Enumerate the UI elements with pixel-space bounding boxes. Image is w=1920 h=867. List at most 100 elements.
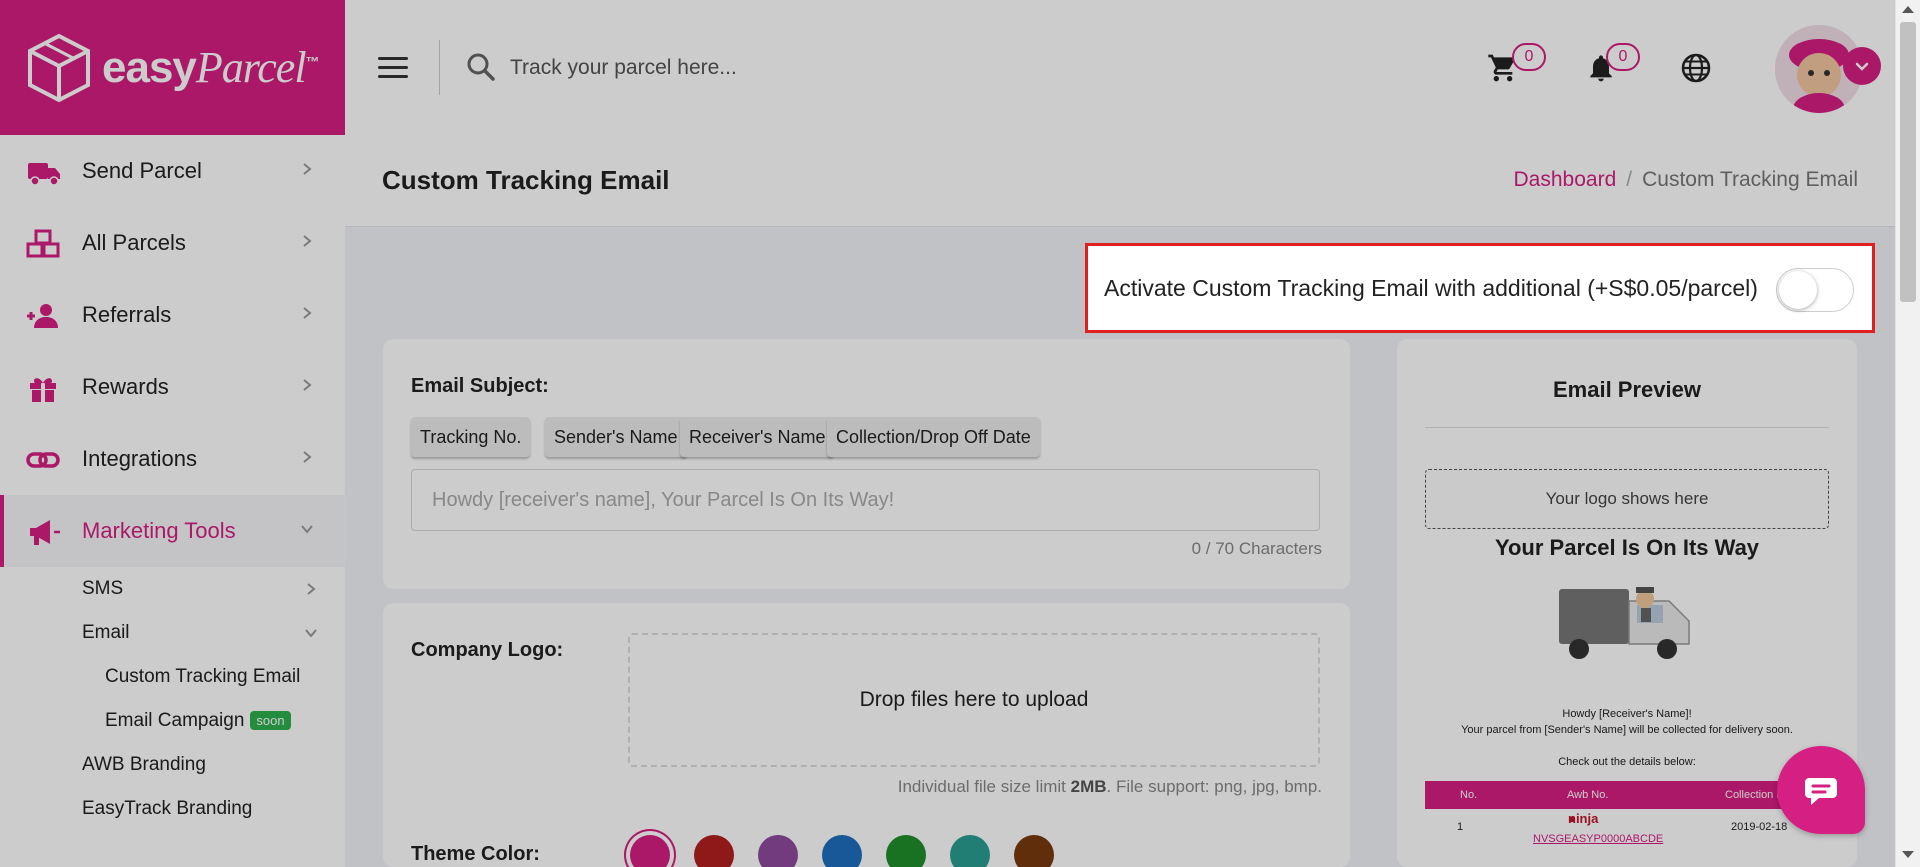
sidebar-item-label: Marketing Tools [82, 518, 236, 543]
email-subject-label: Email Subject: [411, 375, 549, 397]
table-cell-no: 1 [1457, 821, 1464, 833]
boxes-icon [26, 229, 60, 258]
gift-icon [30, 378, 56, 402]
chat-bubble-icon [1805, 778, 1837, 805]
chevron-down-icon [305, 629, 317, 638]
track-parcel-search-input[interactable] [510, 48, 1110, 88]
breadcrumb-dashboard-link[interactable]: Dashboard [1514, 168, 1617, 191]
chip-receivers-name[interactable]: Receiver's Name [680, 417, 835, 457]
preview-greeting: Howdy [Receiver's Name]! [1562, 708, 1692, 720]
sidebar-subitem-easytrack-branding[interactable]: EasyTrack Branding [0, 787, 345, 831]
table-header-awb: Awb No. [1567, 789, 1609, 801]
page-title: Custom Tracking Email [382, 165, 670, 195]
theme-color-swatch-purple[interactable] [758, 835, 798, 867]
megaphone-icon [30, 520, 60, 545]
chevron-down-icon [1855, 62, 1869, 71]
link-icon [26, 452, 60, 468]
theme-color-swatch-teal[interactable] [950, 835, 990, 867]
sidebar-item-label: Send Parcel [82, 158, 202, 183]
truck-icon [28, 163, 60, 186]
table-header-no: No. [1460, 789, 1478, 801]
sidebar-item-label: All Parcels [82, 230, 186, 255]
preview-table-header: No. Awb No. Collection D [1425, 781, 1829, 809]
email-subject-card: Email Subject: Tracking No. Sender's Nam… [383, 339, 1350, 589]
user-plus-icon [27, 304, 58, 328]
sidebar-item-label: Referrals [82, 302, 172, 327]
breadcrumb-current: Custom Tracking Email [1642, 168, 1858, 191]
company-logo-label: Company Logo: [411, 639, 564, 661]
sidebar-subitem-email-campaign[interactable]: Email Campaign soon [0, 699, 345, 743]
chip-senders-name[interactable]: Sender's Name [545, 417, 687, 457]
globe-icon[interactable] [1680, 52, 1712, 84]
theme-color-swatch-green[interactable] [886, 835, 926, 867]
chip-collection-date[interactable]: Collection/Drop Off Date [827, 417, 1040, 457]
sidebar-subitem-label: Email [82, 622, 130, 643]
logo-upload-dropzone[interactable]: Drop files here to upload [628, 633, 1320, 767]
page-header: Custom Tracking Email Dashboard / Custom T… [345, 135, 1895, 227]
search-icon[interactable] [466, 52, 496, 82]
delivery-truck-illustration-icon [1559, 587, 1690, 659]
preview-heading: Your Parcel Is On Its Way [1494, 535, 1760, 560]
sidebar-item-rewards[interactable]: Rewards [0, 351, 345, 423]
sidebar-subitem-label: EasyTrack Branding [82, 798, 253, 819]
activate-toggle[interactable] [1776, 268, 1854, 312]
preview-logo-placeholder: Your logo shows here [1425, 469, 1829, 529]
sidebar-item-send-parcel[interactable]: Send Parcel [0, 135, 345, 207]
scroll-up-arrow-icon[interactable] [1902, 6, 1914, 13]
sidebar-item-integrations[interactable]: Integrations [0, 423, 345, 495]
menu-toggle-icon[interactable] [378, 57, 408, 79]
theme-color-swatch-red[interactable] [694, 835, 734, 867]
chevron-right-icon [303, 307, 312, 319]
breadcrumb-separator: / [1626, 168, 1633, 191]
preview-divider [1425, 427, 1829, 428]
chevron-right-icon [303, 379, 312, 391]
sidebar-subitem-label: SMS [82, 578, 124, 599]
character-counter: 0 / 70 Characters [1191, 539, 1322, 558]
sidebar-subitem-custom-tracking-email[interactable]: Custom Tracking Email [0, 655, 345, 699]
cube-logo-icon [28, 33, 90, 102]
account-dropdown-button[interactable] [1843, 47, 1881, 85]
soon-badge: soon [250, 711, 291, 731]
sidebar-item-referrals[interactable]: Referrals [0, 279, 345, 351]
scroll-down-arrow-icon[interactable] [1902, 851, 1914, 858]
chip-tracking-no[interactable]: Tracking No. [411, 417, 531, 457]
theme-color-swatch-pink[interactable] [630, 835, 670, 867]
scroll-thumb[interactable] [1900, 22, 1916, 302]
company-logo-card: Company Logo: Drop files here to upload … [383, 603, 1350, 867]
sidebar-subitem-email[interactable]: Email [0, 611, 345, 655]
activate-label: Activate Custom Tracking Email with addi… [1104, 274, 1758, 301]
sidebar-item-label: Rewards [82, 374, 169, 399]
sidebar-subitem-label: Custom Tracking Email [105, 666, 301, 687]
email-preview-title: Email Preview [1553, 377, 1701, 402]
chevron-right-icon [303, 235, 312, 247]
theme-color-swatch-blue[interactable] [822, 835, 862, 867]
sidebar-subitem-sms[interactable]: SMS [0, 567, 345, 611]
chevron-down-icon [301, 525, 313, 534]
activate-custom-tracking-box: Activate Custom Tracking Email with addi… [1085, 243, 1875, 333]
theme-color-swatch-brown[interactable] [1014, 835, 1054, 867]
sidebar-subitem-label: AWB Branding [82, 754, 206, 775]
sidebar-item-marketing-tools[interactable]: Marketing Tools [0, 495, 345, 567]
brand-name: easyParcel™ [102, 43, 320, 92]
sidebar-item-all-parcels[interactable]: All Parcels [0, 207, 345, 279]
chevron-right-icon [307, 583, 316, 595]
toggle-knob [1779, 271, 1817, 309]
table-cell-date: 2019-02-18 [1731, 821, 1788, 833]
brand-logo[interactable]: easyParcel™ [0, 0, 345, 135]
sidebar-subitem-label: Email Campaign soon [105, 710, 291, 732]
chevron-right-icon [303, 163, 312, 175]
header-divider [439, 40, 440, 95]
theme-color-label: Theme Color: [411, 843, 540, 865]
chat-button[interactable] [1777, 746, 1865, 834]
sidebar-item-label: Integrations [82, 446, 197, 471]
table-row: 1 ● ninja NVSGEASYP0000ABCDE 2019-02-18 [1457, 811, 1788, 845]
awb-number-link[interactable]: NVSGEASYP0000ABCDE [1533, 833, 1663, 845]
notification-count-badge: 0 [1606, 43, 1640, 71]
cart-count-badge: 0 [1512, 43, 1546, 71]
breadcrumb: Dashboard / Custom Tracking Email [1514, 168, 1858, 192]
sidebar-subitem-awb-branding[interactable]: AWB Branding [0, 743, 345, 787]
page-scrollbar[interactable] [1895, 0, 1920, 867]
sidebar: Send Parcel All Parcels Referrals Reward… [0, 135, 345, 867]
email-subject-input[interactable] [411, 469, 1320, 531]
file-size-hint: Individual file size limit 2MB. File sup… [897, 777, 1322, 796]
